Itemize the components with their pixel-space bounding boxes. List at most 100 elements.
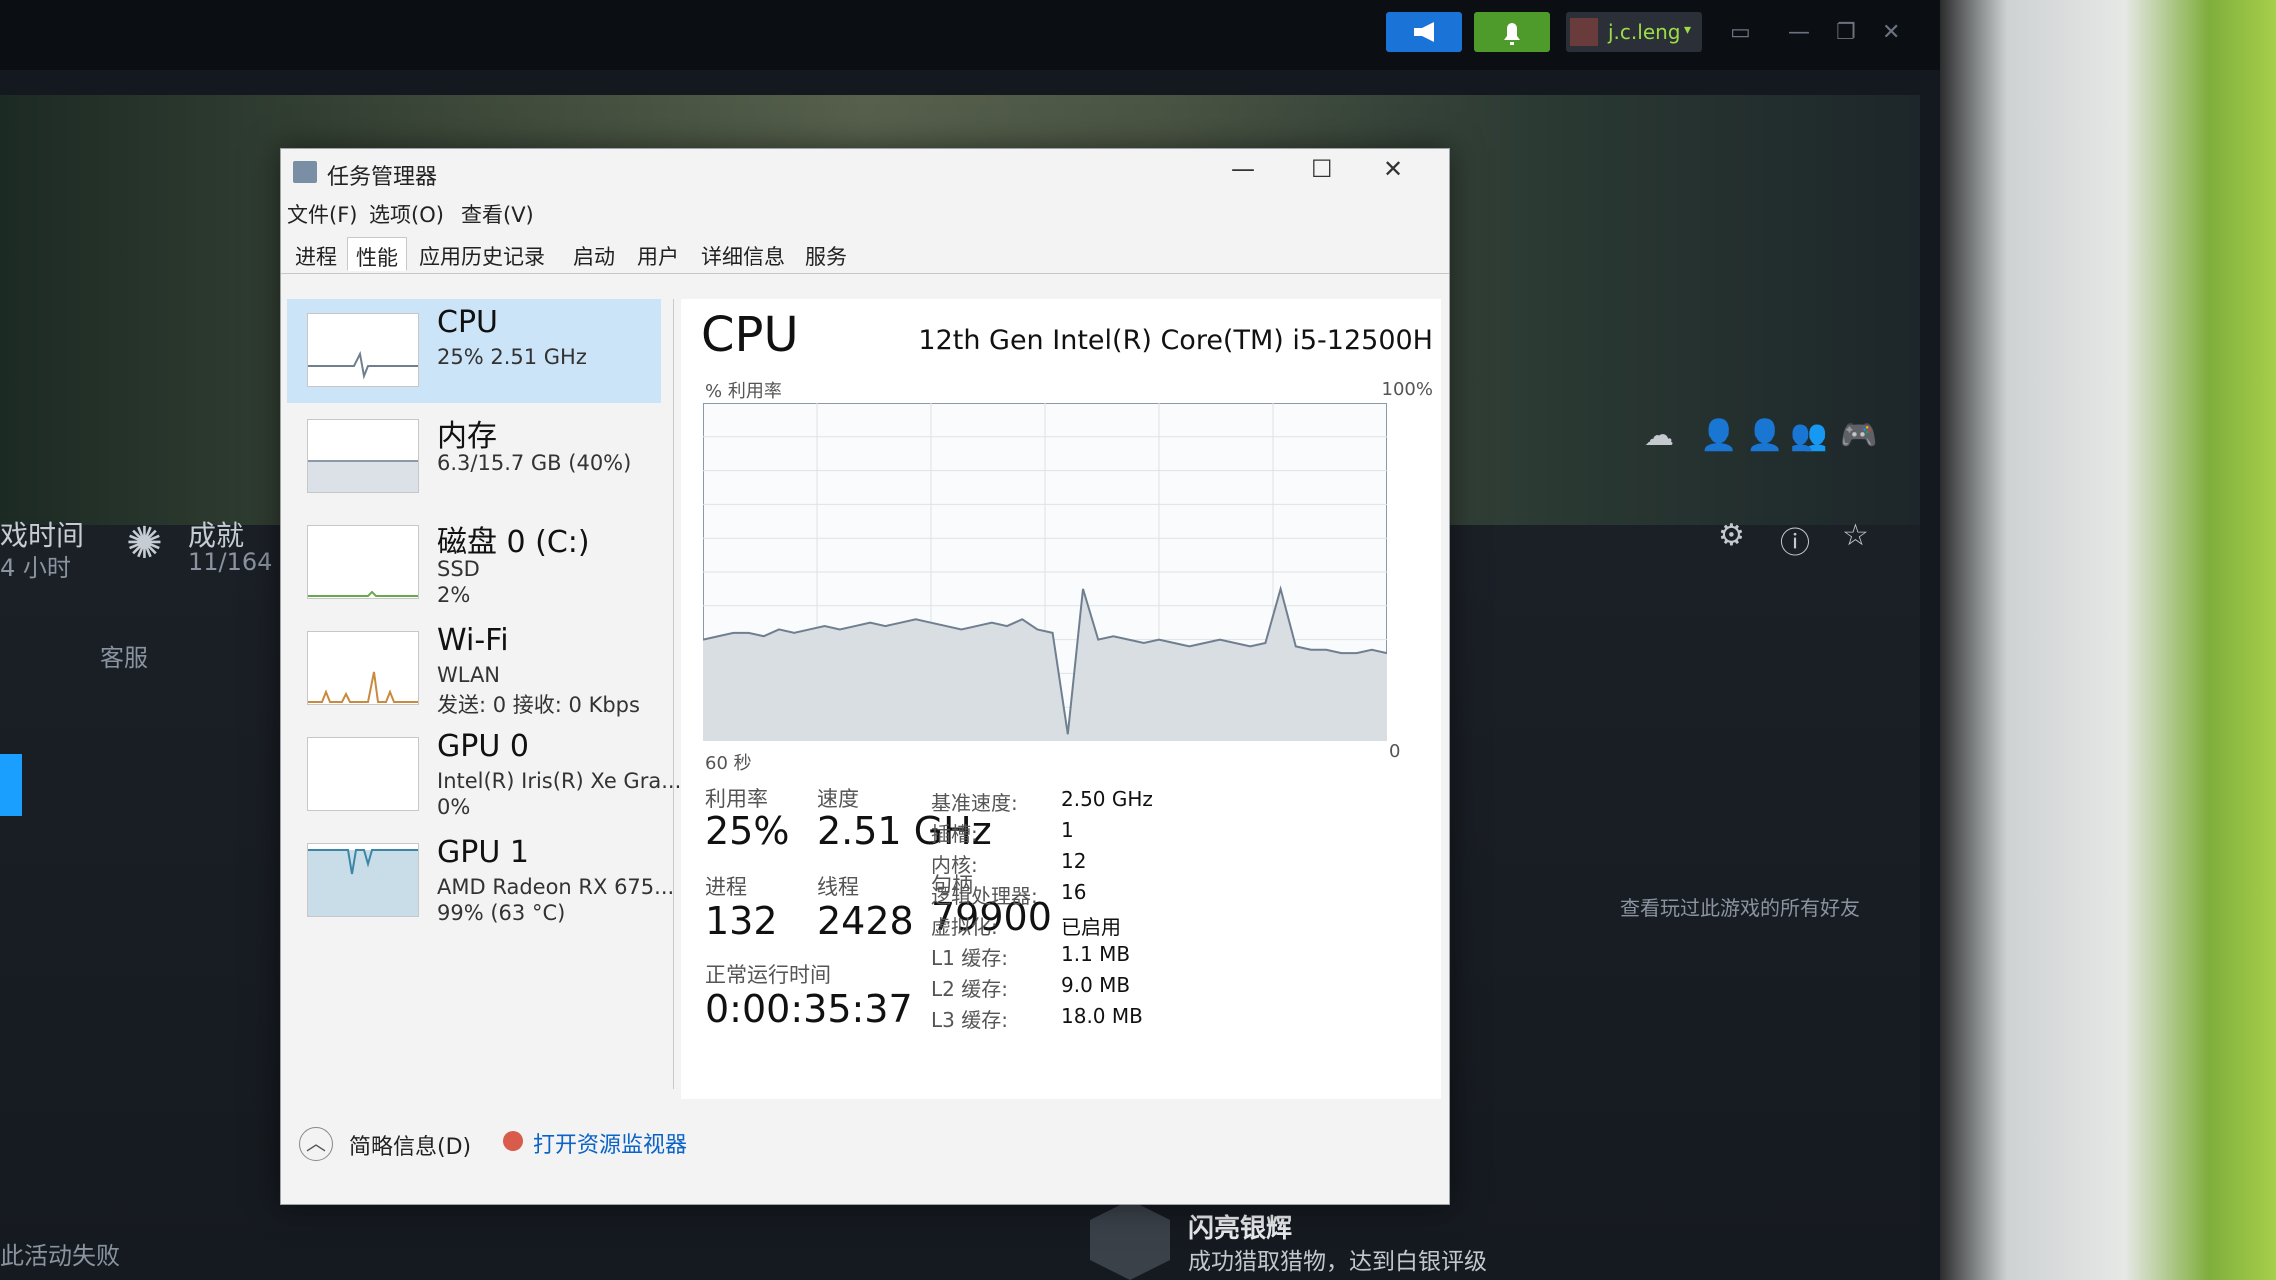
utilization-value: 25%	[705, 809, 790, 853]
controller-icon[interactable]: 🎮	[1840, 418, 1877, 453]
tab-services[interactable]: 服务	[797, 237, 855, 271]
uptime-value: 0:00:35:37	[705, 987, 913, 1031]
resource-name: Wi-Fi	[437, 623, 509, 658]
spec-value: 18.0 MB	[1061, 1004, 1143, 1028]
activity-failed-text: 此活动失败	[0, 1242, 120, 1270]
pane-divider[interactable]	[673, 299, 674, 1089]
spec-key: 虚拟化:	[931, 915, 998, 939]
playtime-value: 4 小时	[0, 554, 71, 582]
resource-cpu[interactable]: CPU 25% 2.51 GHz	[287, 299, 661, 403]
scroll-tab[interactable]	[0, 754, 22, 816]
spec-key: 插槽:	[931, 822, 978, 846]
resource-usage: 99% (63 °C)	[437, 901, 566, 925]
resource-detail: AMD Radeon RX 675...	[437, 875, 675, 899]
info-icon[interactable]: ⓘ	[1780, 518, 1810, 562]
threads-value: 2428	[817, 899, 914, 943]
minimize-icon[interactable]: —	[1231, 155, 1255, 183]
tab-details[interactable]: 详细信息	[693, 237, 793, 271]
spec-value: 1	[1061, 818, 1074, 842]
resource-detail: SSD	[437, 557, 480, 581]
broadcast-button[interactable]	[1386, 12, 1462, 52]
cpu-thumbnail	[307, 313, 419, 387]
menu-view[interactable]: 查看(V)	[461, 199, 534, 229]
resource-usage: 2%	[437, 583, 471, 607]
cpu-detail-pane: CPU 12th Gen Intel(R) Core(TM) i5-12500H…	[681, 299, 1441, 1099]
avatar	[1570, 18, 1598, 46]
resource-usage: 0%	[437, 795, 471, 819]
spec-value: 9.0 MB	[1061, 973, 1131, 997]
fewer-details-button[interactable]: 简略信息(D)	[349, 1129, 471, 1161]
resource-detail: 25% 2.51 GHz	[437, 345, 587, 369]
resource-list: CPU 25% 2.51 GHz 内存 6.3/15.7 GB (40%) 磁盘…	[281, 299, 681, 1089]
star-icon[interactable]: ☆	[1842, 518, 1869, 553]
cloud-icon[interactable]: ☁	[1644, 418, 1674, 453]
cpu-heading: CPU	[701, 307, 799, 363]
spec-value: 12	[1061, 849, 1087, 873]
group-icon[interactable]: 👥	[1790, 418, 1827, 453]
spec-key: L1 缓存:	[931, 946, 1008, 970]
resource-name: 内存	[437, 419, 497, 454]
gear-icon[interactable]: ⚙	[1718, 518, 1745, 553]
restore-icon[interactable]: ❐	[1836, 20, 1856, 45]
person-icon-2[interactable]: 👤	[1746, 418, 1783, 453]
spec-key: 内核:	[931, 853, 978, 877]
resource-detail: WLAN	[437, 663, 501, 687]
threads-label: 线程	[817, 875, 859, 899]
resource-disk[interactable]: 磁盘 0 (C:) SSD 2%	[287, 511, 661, 615]
friends-played-link[interactable]: 查看玩过此游戏的所有好友	[1620, 892, 1860, 921]
tab-users[interactable]: 用户	[629, 237, 687, 271]
title-bar[interactable]: 任务管理器 — ☐ ✕	[281, 149, 1449, 195]
close-icon[interactable]: ✕	[1383, 155, 1403, 183]
spec-key: L3 缓存:	[931, 1008, 1008, 1032]
open-resource-monitor-link[interactable]: 打开资源监视器	[533, 1127, 687, 1159]
tab-performance[interactable]: 性能	[347, 237, 407, 271]
achievement-description: 成功猎取猎物，达到白银评级	[1188, 1249, 1487, 1275]
menu-options[interactable]: 选项(O)	[369, 199, 444, 229]
wifi-thumbnail	[307, 631, 419, 705]
resource-gpu1[interactable]: GPU 1 AMD Radeon RX 675... 99% (63 °C)	[287, 829, 674, 933]
spec-key: 逻辑处理器:	[931, 884, 1038, 908]
achievements-icon: ✺	[126, 518, 163, 569]
tab-app-history[interactable]: 应用历史记录	[411, 237, 553, 271]
room-background	[1940, 0, 2276, 1280]
maximize-icon[interactable]: ☐	[1311, 155, 1333, 183]
cpu-usage-graph	[703, 403, 1387, 741]
resource-name: GPU 0	[437, 729, 529, 764]
spec-value: 1.1 MB	[1061, 942, 1131, 966]
minimize-icon[interactable]: —	[1788, 20, 1810, 45]
resource-name: GPU 1	[437, 835, 529, 870]
notifications-button[interactable]	[1474, 12, 1550, 52]
megaphone-icon	[1414, 22, 1434, 42]
support-link[interactable]: 客服	[100, 638, 148, 673]
username: j.c.leng	[1608, 20, 1681, 44]
person-icon[interactable]: 👤	[1700, 418, 1737, 453]
time-span-label: 60 秒	[705, 753, 752, 774]
utilization-axis-label: % 利用率	[705, 381, 782, 402]
resource-name: 磁盘 0 (C:)	[437, 525, 590, 560]
resource-gpu0[interactable]: GPU 0 Intel(R) Iris(R) Xe Gra... 0%	[287, 723, 681, 827]
footer: ︿ 简略信息(D) 打开资源监视器	[281, 1119, 1449, 1179]
bell-icon	[1504, 23, 1520, 45]
axis-max-label: 100%	[1381, 379, 1433, 400]
uptime-label: 正常运行时间	[705, 963, 831, 987]
close-icon[interactable]: ✕	[1882, 20, 1900, 45]
user-menu[interactable]: j.c.leng ▾	[1566, 12, 1702, 52]
memory-thumbnail	[307, 419, 419, 493]
monitor-icon[interactable]: ▭	[1730, 20, 1751, 45]
axis-min-label: 0	[1389, 741, 1401, 762]
window-title: 任务管理器	[327, 165, 438, 190]
resource-memory[interactable]: 内存 6.3/15.7 GB (40%)	[287, 405, 661, 509]
chevron-up-icon[interactable]: ︿	[299, 1127, 333, 1161]
resource-name: CPU	[437, 305, 498, 340]
resource-wifi[interactable]: Wi-Fi WLAN 发送: 0 接收: 0 Kbps	[287, 617, 661, 721]
resource-usage: 发送: 0 接收: 0 Kbps	[437, 693, 640, 717]
resource-detail: Intel(R) Iris(R) Xe Gra...	[437, 769, 682, 793]
tab-processes[interactable]: 进程	[287, 237, 345, 271]
resource-monitor-icon	[503, 1131, 523, 1151]
gpu0-thumbnail	[307, 737, 419, 811]
spec-value: 2.50 GHz	[1061, 787, 1153, 811]
tab-startup[interactable]: 启动	[565, 237, 623, 271]
tab-bar: 进程 性能 应用历史记录 启动 用户 详细信息 服务	[281, 237, 1449, 274]
achievements-value: 11/164	[188, 548, 273, 576]
menu-file[interactable]: 文件(F)	[287, 199, 357, 229]
